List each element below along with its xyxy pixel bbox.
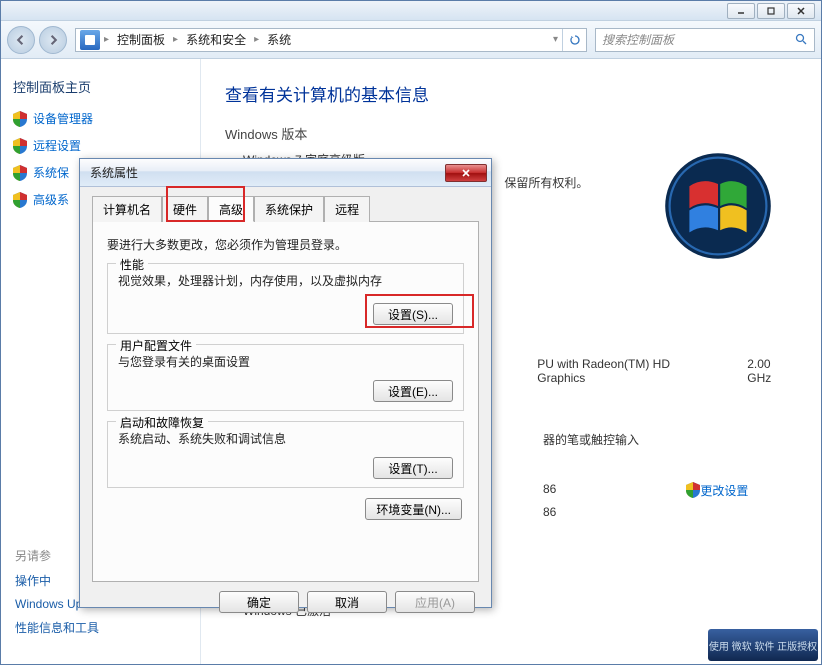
group-desc: 与您登录有关的桌面设置 — [118, 353, 453, 370]
shield-icon — [686, 482, 700, 498]
tab-protection[interactable]: 系统保护 — [254, 196, 324, 222]
dialog-titlebar: 系统属性 — [80, 159, 491, 187]
section-edition: Windows 版本 — [225, 124, 797, 143]
group-startup-recovery: 启动和故障恢复 系统启动、系统失败和调试信息 设置(T)... — [107, 421, 464, 488]
close-button[interactable] — [787, 3, 815, 19]
group-desc: 视觉效果，处理器计划，内存使用，以及虚拟内存 — [118, 272, 453, 289]
tab-remote[interactable]: 远程 — [324, 196, 370, 222]
dialog-close-button[interactable] — [445, 164, 487, 182]
group-desc: 系统启动、系统失败和调试信息 — [118, 430, 453, 447]
change-settings-link[interactable]: 更改设置 — [700, 482, 748, 499]
admin-note: 要进行大多数更改，您必须作为管理员登录。 — [107, 236, 464, 253]
dialog-footer: 确定 取消 应用(A) — [80, 582, 491, 622]
window-titlebar — [1, 1, 821, 21]
chevron-down-icon[interactable]: ▾ — [553, 34, 558, 45]
shield-icon — [13, 192, 27, 208]
sidebar-item-remote[interactable]: 远程设置 — [13, 137, 188, 154]
windows-logo-icon — [663, 151, 773, 261]
control-panel-icon — [80, 30, 100, 50]
dialog-body: 计算机名 硬件 高级 系统保护 远程 要进行大多数更改，您必须作为管理员登录。 … — [80, 187, 491, 582]
minimize-button[interactable] — [727, 3, 755, 19]
group-legend: 启动和故障恢复 — [116, 414, 208, 431]
shield-icon — [13, 165, 27, 181]
system-properties-dialog: 系统属性 计算机名 硬件 高级 系统保护 远程 要进行大多数更改，您必须作为管理… — [79, 158, 492, 608]
startup-settings-button[interactable]: 设置(T)... — [373, 457, 453, 479]
maximize-button[interactable] — [757, 3, 785, 19]
performance-settings-button[interactable]: 设置(S)... — [373, 303, 453, 325]
breadcrumb[interactable]: ▸ 控制面板 ▸ 系统和安全 ▸ 系统 ▾ — [75, 28, 587, 52]
refresh-button[interactable] — [562, 29, 586, 51]
sidebar-item-label: 远程设置 — [33, 137, 81, 154]
tab-page-advanced: 要进行大多数更改，您必须作为管理员登录。 性能 视觉效果，处理器计划，内存使用，… — [92, 222, 479, 582]
breadcrumb-item[interactable]: 系统 — [259, 31, 299, 48]
group-legend: 用户配置文件 — [116, 337, 196, 354]
tab-strip: 计算机名 硬件 高级 系统保护 远程 — [92, 195, 479, 222]
env-row: 环境变量(N)... — [107, 498, 464, 520]
group-user-profiles: 用户配置文件 与您登录有关的桌面设置 设置(E)... — [107, 344, 464, 411]
dialog-title: 系统属性 — [90, 164, 138, 181]
shield-icon — [13, 138, 27, 154]
page-title: 查看有关计算机的基本信息 — [225, 81, 797, 106]
search-placeholder: 搜索控制面板 — [602, 31, 674, 48]
watermark: 使用 微软 软件 正版授权 — [708, 629, 818, 661]
toolbar: ▸ 控制面板 ▸ 系统和安全 ▸ 系统 ▾ 搜索控制面板 — [1, 21, 821, 59]
ok-button[interactable]: 确定 — [219, 591, 299, 613]
sidebar-title: 控制面板主页 — [13, 77, 188, 96]
group-legend: 性能 — [116, 256, 148, 273]
cancel-button[interactable]: 取消 — [307, 591, 387, 613]
search-input[interactable]: 搜索控制面板 — [595, 28, 815, 52]
environment-variables-button[interactable]: 环境变量(N)... — [365, 498, 462, 520]
sidebar-item-label: 系统保 — [33, 164, 69, 181]
breadcrumb-item[interactable]: 系统和安全 — [178, 31, 254, 48]
search-icon — [795, 33, 808, 46]
tab-hardware[interactable]: 硬件 — [162, 196, 208, 222]
shield-icon — [13, 111, 27, 127]
sidebar-item-label: 高级系 — [33, 191, 69, 208]
forward-button[interactable] — [39, 26, 67, 54]
tab-advanced[interactable]: 高级 — [208, 196, 254, 222]
breadcrumb-item[interactable]: 控制面板 — [109, 31, 173, 48]
apply-button[interactable]: 应用(A) — [395, 591, 475, 613]
back-button[interactable] — [7, 26, 35, 54]
user-profiles-settings-button[interactable]: 设置(E)... — [373, 380, 453, 402]
group-performance: 性能 视觉效果，处理器计划，内存使用，以及虚拟内存 设置(S)... — [107, 263, 464, 334]
tab-computer-name[interactable]: 计算机名 — [92, 196, 162, 222]
sidebar-item-device-manager[interactable]: 设备管理器 — [13, 110, 188, 127]
sidebar-item-label: 设备管理器 — [33, 110, 93, 127]
